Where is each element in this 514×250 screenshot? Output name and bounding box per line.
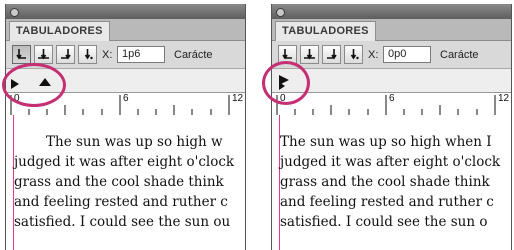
panel-tab-row: TABULADORES bbox=[272, 19, 511, 41]
text-line: judged it was after eight o'clock bbox=[280, 154, 501, 170]
text-line: The sun was up so high when I bbox=[280, 134, 492, 150]
ruler-label-12: 12 bbox=[232, 93, 244, 104]
center-justified-tab-button[interactable] bbox=[300, 45, 319, 64]
text-line: satisfied. I could see the sun ou bbox=[14, 214, 231, 230]
tabs-panel-before: TABULADORES X: 1p6 Carácte 0 6 12 The su… bbox=[5, 4, 246, 250]
highlight-circle bbox=[262, 61, 310, 105]
ruler-label-6: 6 bbox=[123, 93, 129, 104]
document-paragraph[interactable]: The sun was up so high w judged it was a… bbox=[14, 132, 245, 232]
ruler-label-6: 6 bbox=[389, 93, 395, 104]
panel-titlebar[interactable] bbox=[6, 4, 245, 19]
align-to-decimal-tab-icon bbox=[350, 49, 359, 60]
center-justified-tab-icon bbox=[304, 49, 315, 60]
left-justified-tab-icon bbox=[282, 49, 292, 60]
text-line: satisfied. I could see the sun o bbox=[280, 214, 488, 230]
close-dot-icon[interactable] bbox=[10, 8, 19, 17]
center-justified-tab-button[interactable] bbox=[34, 45, 53, 64]
document-paragraph[interactable]: The sun was up so high when I judged it … bbox=[280, 132, 511, 232]
leader-character-label: Carácte bbox=[174, 49, 213, 61]
right-justified-tab-button[interactable] bbox=[322, 45, 341, 64]
right-justified-tab-button[interactable] bbox=[56, 45, 75, 64]
x-position-input[interactable]: 1p6 bbox=[117, 46, 165, 63]
close-dot-icon[interactable] bbox=[276, 8, 285, 17]
text-line: The sun was up so high w bbox=[46, 134, 223, 150]
tab-tabuladores[interactable]: TABULADORES bbox=[9, 21, 110, 41]
text-line: grass and the cool shade think bbox=[280, 174, 490, 190]
text-line: and feeling rested and ruther c bbox=[14, 194, 228, 210]
text-line: grass and the cool shade think bbox=[14, 174, 224, 190]
panel-titlebar[interactable] bbox=[272, 4, 511, 19]
highlight-circle bbox=[2, 63, 66, 107]
right-justified-tab-icon bbox=[61, 49, 71, 60]
tab-ruler[interactable]: 0 6 12 bbox=[272, 92, 511, 116]
tab-toolbar: X: 0p0 Carácte bbox=[272, 41, 511, 69]
tabs-panel-after: TABULADORES X: 0p0 Carácte 0 6 12 The su… bbox=[271, 4, 512, 250]
x-position-label: X: bbox=[368, 49, 379, 61]
align-to-decimal-tab-button[interactable] bbox=[78, 45, 97, 64]
x-position-input[interactable]: 0p0 bbox=[383, 46, 431, 63]
panel-tab-row: TABULADORES bbox=[6, 19, 245, 41]
align-to-decimal-tab-button[interactable] bbox=[344, 45, 363, 64]
left-justified-tab-button[interactable] bbox=[12, 45, 31, 64]
center-justified-tab-icon bbox=[38, 49, 49, 60]
align-to-decimal-tab-icon bbox=[84, 49, 93, 60]
x-position-label: X: bbox=[102, 49, 113, 61]
ruler-label-12: 12 bbox=[498, 93, 510, 104]
left-justified-tab-icon bbox=[16, 49, 26, 60]
right-justified-tab-icon bbox=[327, 49, 337, 60]
tab-tabuladores[interactable]: TABULADORES bbox=[275, 21, 376, 41]
leader-character-label: Carácte bbox=[440, 49, 479, 61]
text-line: and feeling rested and ruther c bbox=[280, 194, 494, 210]
text-line: judged it was after eight o'clock bbox=[14, 154, 235, 170]
